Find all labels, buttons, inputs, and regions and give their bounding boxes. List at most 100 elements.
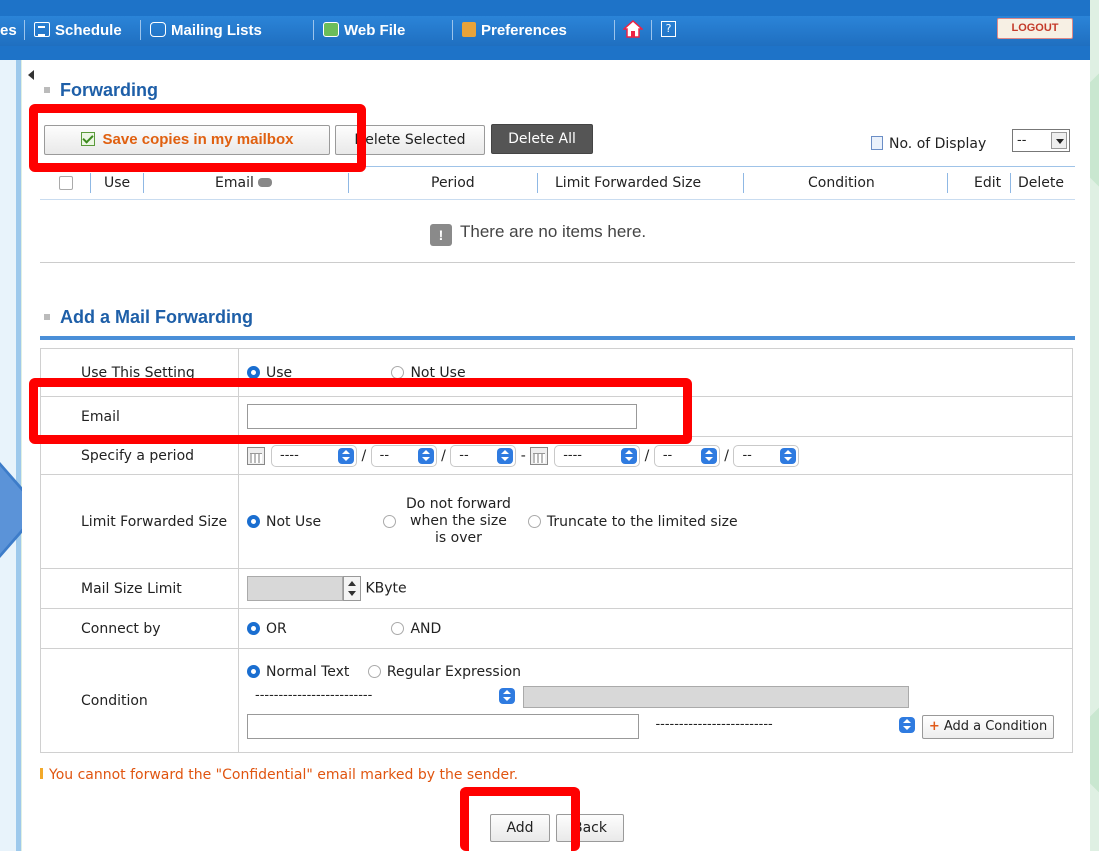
nav-item-label: Schedule — [55, 22, 122, 39]
use-setting-label: Use This Setting — [40, 348, 239, 397]
condition-normal-radio[interactable]: Normal Text — [247, 664, 349, 680]
save-copies-button[interactable]: Save copies in my mailbox — [44, 125, 330, 155]
radio-selected-icon — [247, 664, 260, 678]
not-use-radio[interactable]: Not Use — [391, 365, 466, 381]
date-separator: / — [441, 447, 446, 464]
condition-value: Normal Text Regular Expression ---------… — [238, 648, 1073, 753]
bullet-icon — [44, 314, 50, 320]
column-header-condition[interactable]: Condition — [808, 175, 875, 191]
column-separator — [947, 173, 948, 193]
nav-item-preferences[interactable]: Preferences — [462, 22, 567, 39]
column-header-delete[interactable]: Delete — [1018, 175, 1064, 191]
bullet-icon — [44, 87, 50, 93]
condition-field-text — [523, 685, 910, 708]
date-separator: / — [724, 447, 730, 464]
document-icon — [871, 136, 883, 150]
range-separator: - — [520, 447, 526, 464]
nav-item-label: Web File — [344, 22, 406, 39]
nav-item-partial[interactable]: es — [0, 22, 17, 39]
help-icon[interactable]: ? — [661, 21, 676, 37]
chevron-down-icon — [1051, 132, 1067, 149]
nav-item-label: Mailing Lists — [171, 22, 262, 39]
radio-icon — [391, 365, 405, 379]
use-radio[interactable]: Use — [247, 365, 387, 381]
column-header-email[interactable]: Email — [215, 175, 272, 191]
display-count-select[interactable]: -- — [1012, 129, 1070, 152]
calendar-icon[interactable] — [247, 446, 265, 465]
background-left-bar — [16, 60, 21, 851]
column-header-use[interactable]: Use — [104, 175, 130, 191]
condition-regex-radio[interactable]: Regular Expression — [367, 664, 521, 680]
size-limit-stepper[interactable] — [343, 576, 361, 601]
start-year-select[interactable]: ---- — [271, 444, 357, 467]
connect-and-radio[interactable]: AND — [391, 621, 441, 637]
stepper-icon — [780, 447, 797, 464]
stepper-icon — [621, 447, 638, 464]
connect-or-radio[interactable]: OR — [247, 621, 387, 637]
use-setting-value: Use Not Use — [238, 348, 1073, 397]
nav-separator — [140, 20, 141, 40]
limit-not-use-radio[interactable]: Not Use — [247, 514, 379, 530]
start-day-select[interactable]: -- — [450, 444, 517, 467]
home-icon[interactable] — [623, 19, 643, 39]
email-label: Email — [40, 396, 239, 437]
size-limit-input[interactable] — [247, 576, 343, 601]
nav-item-web-file[interactable]: Web File — [323, 22, 405, 39]
delete-selected-button[interactable]: Delete Selected — [335, 125, 485, 155]
nav-item-mailing-lists[interactable]: Mailing Lists — [150, 22, 262, 39]
form-row-limit-size: Limit Forwarded Size Not Use Do not forw… — [40, 474, 1073, 569]
limit-do-not-forward-radio[interactable]: Do not forward when the size is over — [383, 496, 523, 547]
limit-truncate-radio[interactable]: Truncate to the limited size — [527, 514, 738, 530]
column-header-period[interactable]: Period — [431, 175, 475, 191]
calendar-icon — [34, 22, 50, 37]
condition-text-input[interactable] — [247, 713, 639, 739]
section-title-forwarding: Forwarding — [44, 80, 158, 101]
collapse-sidebar-icon[interactable] — [28, 70, 34, 80]
empty-list-message: ! There are no items here. — [430, 222, 646, 246]
add-button[interactable]: Add — [490, 814, 550, 842]
confidential-warning: You cannot forward the "Confidential" em… — [40, 767, 518, 783]
nav-separator — [651, 20, 652, 40]
end-year-select[interactable]: ---- — [554, 444, 641, 467]
column-header-limit-size[interactable]: Limit Forwarded Size — [555, 175, 701, 191]
stepper-icon — [338, 447, 354, 464]
nav-item-label: Preferences — [481, 22, 567, 39]
calendar-icon[interactable] — [530, 446, 549, 465]
end-day-select[interactable]: -- — [733, 444, 800, 467]
stepper-icon — [499, 687, 515, 704]
period-value: ---- / -- / -- - ---- / -- / -- — [238, 436, 1073, 475]
stepper-icon — [700, 447, 717, 464]
nav-item-schedule[interactable]: Schedule — [34, 22, 122, 39]
divider — [40, 262, 1075, 263]
size-unit: KByte — [365, 580, 407, 597]
column-separator — [143, 173, 144, 193]
limit-size-value: Not Use Do not forward when the size is … — [238, 474, 1073, 569]
column-header-edit[interactable]: Edit — [974, 175, 1001, 191]
warning-marker-icon — [40, 768, 43, 779]
connect-value: OR AND — [238, 608, 1073, 649]
back-button[interactable]: Back — [556, 814, 624, 842]
form-row-email: Email — [40, 396, 1073, 437]
form-row-size-limit: Mail Size Limit KByte — [40, 568, 1073, 609]
add-condition-button[interactable]: + Add a Condition — [921, 715, 1055, 740]
delete-all-button[interactable]: Delete All — [491, 124, 593, 154]
plus-icon: + — [928, 719, 940, 735]
web-file-icon — [323, 22, 339, 37]
sort-icon — [257, 178, 272, 187]
email-field[interactable] — [247, 404, 637, 429]
logout-button[interactable]: LOGOUT — [997, 18, 1073, 39]
condition-operator-select[interactable]: ------------------------- — [647, 715, 918, 738]
condition-label: Condition — [40, 648, 239, 753]
preferences-icon — [462, 22, 476, 37]
select-all-checkbox[interactable] — [59, 176, 73, 190]
stepper-icon — [417, 447, 434, 464]
forwarding-list-header: Use Email Period Limit Forwarded Size Co… — [40, 166, 1075, 200]
size-limit-label: Mail Size Limit — [40, 568, 239, 609]
nav-separator — [313, 20, 314, 40]
nav-separator — [452, 20, 453, 40]
stepper-icon — [899, 717, 916, 734]
size-limit-value: KByte — [238, 568, 1073, 609]
condition-field-select[interactable]: ------------------------- — [247, 685, 517, 708]
end-month-select[interactable]: -- — [653, 444, 720, 467]
start-month-select[interactable]: -- — [370, 444, 437, 467]
